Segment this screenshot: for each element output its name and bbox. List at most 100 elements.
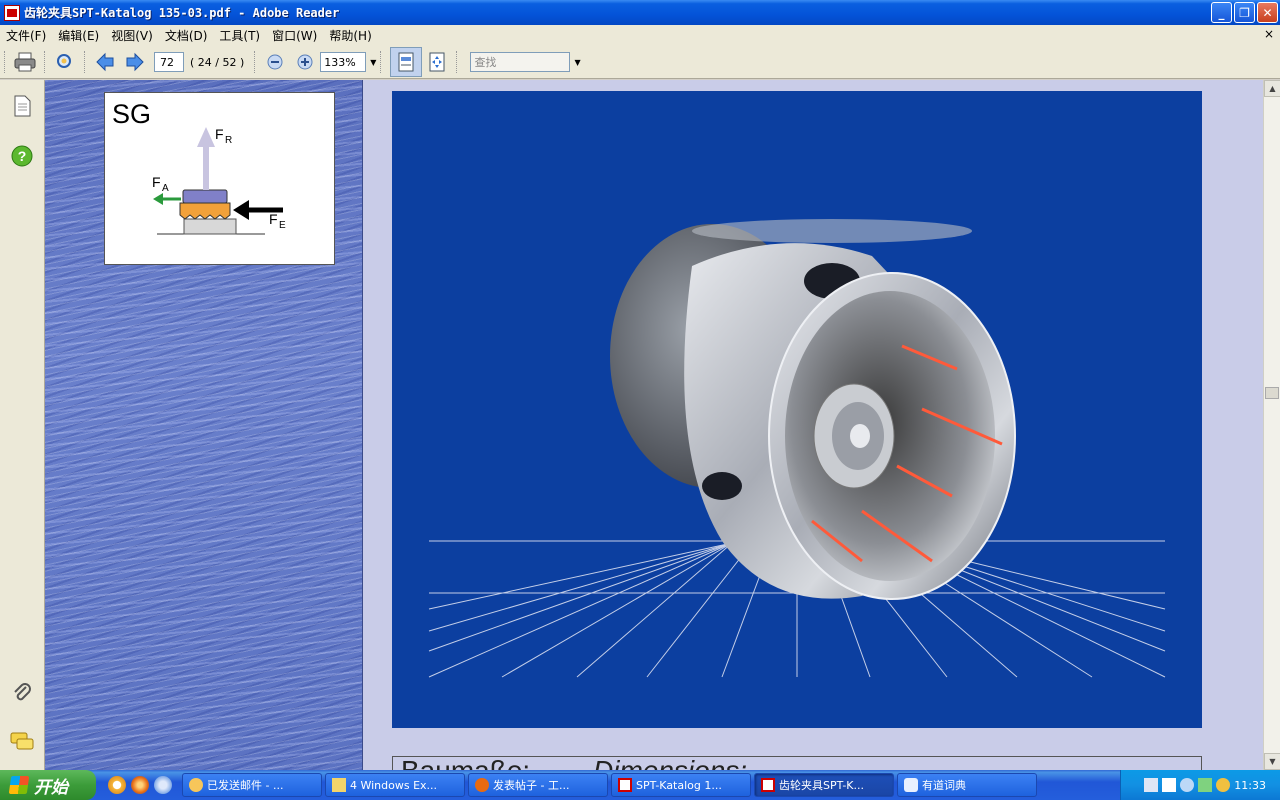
start-label: 开始 bbox=[34, 777, 68, 798]
force-label-fe-sub: E bbox=[279, 220, 286, 231]
document-view[interactable]: SG F R F A F E bbox=[45, 80, 1263, 770]
print-button[interactable] bbox=[13, 50, 37, 74]
pages-icon bbox=[14, 95, 31, 117]
heading-german: Baumaße: bbox=[401, 757, 530, 770]
scroll-up-button[interactable]: ▲ bbox=[1264, 80, 1280, 97]
search-dropdown-arrow[interactable]: ▼ bbox=[574, 58, 580, 67]
scroll-thumb[interactable] bbox=[1265, 387, 1279, 399]
task-button-explorer[interactable]: 4 Windows Ex... bbox=[325, 773, 465, 797]
keyboard-icon[interactable] bbox=[1144, 778, 1159, 792]
force-label-fa-sub: A bbox=[162, 183, 169, 194]
zoom-dropdown-arrow[interactable]: ▼ bbox=[370, 58, 376, 67]
task-label: SPT-Katalog 1... bbox=[636, 778, 722, 792]
force-label-fr: F bbox=[215, 126, 224, 142]
firefox-icon[interactable] bbox=[131, 776, 149, 794]
previous-page-button[interactable] bbox=[93, 50, 117, 74]
mail-icon bbox=[189, 778, 203, 792]
start-button[interactable]: 开始 bbox=[0, 770, 96, 800]
zoom-in-button[interactable] bbox=[293, 50, 317, 74]
left-page: SG F R F A F E bbox=[45, 80, 363, 770]
search-input[interactable]: 查找 bbox=[470, 52, 571, 72]
task-button-dictionary[interactable]: 有道词典 bbox=[897, 773, 1037, 797]
pages-panel-button[interactable] bbox=[10, 94, 34, 118]
dictionary-icon bbox=[904, 778, 918, 792]
force-diagram: F R F A F E bbox=[152, 126, 286, 235]
minimize-button[interactable]: _ bbox=[1211, 2, 1232, 23]
toolbar-grip[interactable] bbox=[380, 51, 383, 73]
comments-icon bbox=[10, 732, 34, 750]
title-bar: 齿轮夹具SPT-Katalog 135-03.pdf - Adobe Reade… bbox=[0, 0, 1280, 25]
fit-page-button[interactable] bbox=[425, 50, 449, 74]
document-close-button[interactable]: × bbox=[1264, 27, 1274, 41]
chuck-product-image bbox=[428, 219, 1166, 678]
menu-help[interactable]: 帮助(H) bbox=[323, 27, 377, 44]
find-online-button[interactable] bbox=[53, 50, 77, 74]
task-label: 4 Windows Ex... bbox=[350, 778, 438, 792]
folder-icon bbox=[332, 778, 346, 792]
zoom-level-input[interactable]: 133% bbox=[320, 52, 367, 72]
toolbar-grip[interactable] bbox=[44, 51, 47, 73]
menu-tools[interactable]: 工具(T) bbox=[213, 27, 266, 44]
menu-document[interactable]: 文档(D) bbox=[159, 27, 214, 44]
pdf-icon bbox=[761, 778, 775, 792]
right-page: Baumaße: Dimensions: bbox=[363, 80, 1263, 770]
zoom-out-button[interactable] bbox=[263, 50, 287, 74]
clock[interactable]: 11:33 bbox=[1234, 779, 1266, 792]
task-button-pdf-2[interactable]: 齿轮夹具SPT-K... bbox=[754, 773, 894, 797]
network-icon[interactable] bbox=[1180, 778, 1195, 792]
sg-diagram-box: SG F R F A F E bbox=[104, 92, 335, 265]
product-photo-panel bbox=[392, 91, 1202, 728]
task-label: 已发送邮件 - ... bbox=[207, 779, 284, 792]
help-panel-button[interactable]: ? bbox=[10, 144, 34, 168]
arrow-right-icon bbox=[126, 52, 144, 72]
windows-logo-icon bbox=[8, 776, 30, 794]
force-label-fe: F bbox=[269, 211, 278, 227]
firefox-icon bbox=[475, 778, 489, 792]
page-number-input[interactable]: 72 bbox=[154, 52, 184, 72]
restore-button[interactable]: ❐ bbox=[1234, 2, 1255, 23]
fit-page-icon bbox=[429, 52, 445, 72]
heading-english: Dimensions: bbox=[593, 757, 747, 770]
fit-width-icon bbox=[398, 52, 414, 72]
paperclip-icon bbox=[14, 683, 31, 701]
messenger-icon[interactable] bbox=[1216, 778, 1231, 792]
vertical-scrollbar[interactable]: ▲ ▼ bbox=[1263, 80, 1280, 770]
task-label: 发表帖子 - 工... bbox=[493, 779, 570, 792]
menu-edit[interactable]: 编辑(E) bbox=[52, 27, 105, 44]
zoom-out-icon bbox=[267, 54, 283, 70]
adobe-reader-icon bbox=[4, 4, 20, 21]
attachments-panel-button[interactable] bbox=[10, 680, 34, 704]
scroll-down-button[interactable]: ▼ bbox=[1264, 753, 1280, 770]
svg-text:?: ? bbox=[18, 148, 27, 164]
help-tray-icon[interactable] bbox=[1162, 778, 1177, 792]
window-title: 齿轮夹具SPT-Katalog 135-03.pdf - Adobe Reade… bbox=[24, 6, 340, 20]
toolbar-grip[interactable] bbox=[456, 51, 459, 73]
task-button-firefox[interactable]: 发表帖子 - 工... bbox=[468, 773, 608, 797]
task-button-mail[interactable]: 已发送邮件 - ... bbox=[182, 773, 322, 797]
ie-icon[interactable] bbox=[154, 776, 172, 794]
security-icon[interactable] bbox=[1198, 778, 1213, 792]
menu-file[interactable]: 文件(F) bbox=[0, 27, 52, 44]
toolbar-grip[interactable] bbox=[4, 51, 7, 73]
task-button-pdf-1[interactable]: SPT-Katalog 1... bbox=[611, 773, 751, 797]
menu-window[interactable]: 窗口(W) bbox=[266, 27, 323, 44]
fit-width-button[interactable] bbox=[390, 47, 423, 77]
toolbar: 72 ( 24 / 52 ) 133% ▼ 查找 ▼ bbox=[0, 46, 1280, 79]
force-label-fa: F bbox=[152, 174, 161, 190]
comments-panel-button[interactable] bbox=[10, 730, 34, 754]
search-document-icon bbox=[57, 54, 71, 68]
system-tray: 11:33 bbox=[1120, 770, 1280, 800]
toolbar-grip[interactable] bbox=[254, 51, 257, 73]
menu-view[interactable]: 视图(V) bbox=[105, 27, 159, 44]
close-button[interactable]: ✕ bbox=[1257, 2, 1278, 23]
menu-bar: 文件(F) 编辑(E) 视图(V) 文档(D) 工具(T) 窗口(W) 帮助(H… bbox=[0, 25, 1280, 46]
pdf-icon bbox=[618, 778, 632, 792]
next-page-button[interactable] bbox=[123, 50, 147, 74]
task-label: 齿轮夹具SPT-K... bbox=[779, 779, 864, 792]
dimensions-heading: Baumaße: Dimensions: bbox=[392, 756, 1202, 770]
email-client-icon[interactable] bbox=[108, 776, 126, 794]
toolbar-grip[interactable] bbox=[84, 51, 87, 73]
taskbar: 开始 已发送邮件 - ... 4 Windows Ex... 发表帖子 - 工.… bbox=[0, 770, 1280, 800]
task-label: 有道词典 bbox=[922, 779, 966, 792]
printer-icon bbox=[14, 52, 36, 72]
